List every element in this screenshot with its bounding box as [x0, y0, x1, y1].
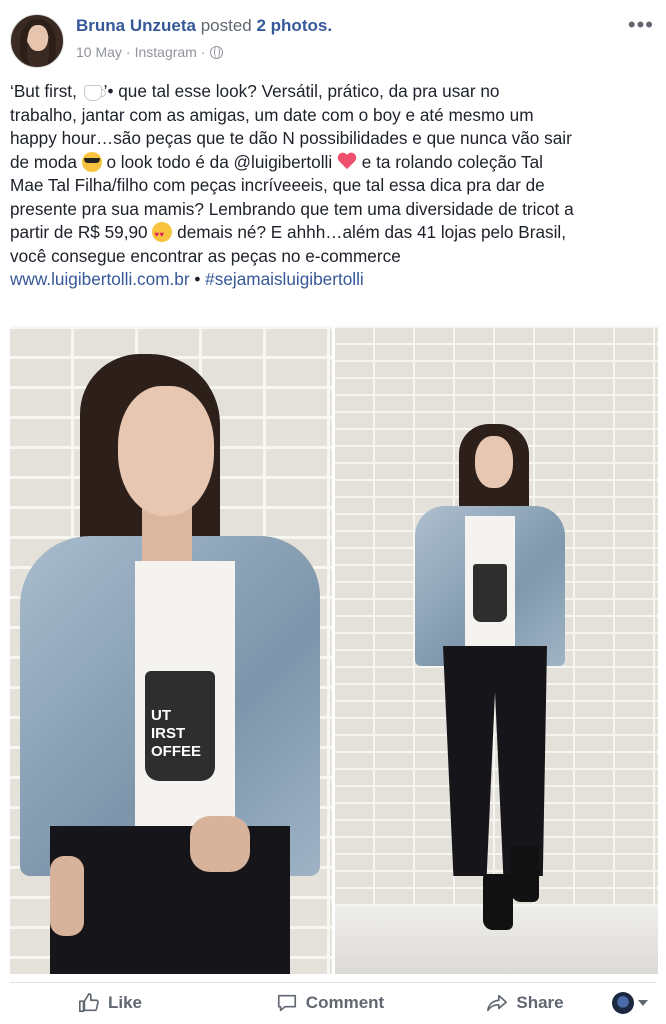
- photo-2[interactable]: [335, 326, 658, 974]
- photo-figure-face: [118, 386, 214, 516]
- more-options-icon[interactable]: •••: [628, 12, 654, 38]
- caption-line-7: partir de R$ 59,90 demais né? E ahhh…alé…: [10, 221, 658, 247]
- thumbs-up-icon: [78, 992, 100, 1014]
- share-label: Share: [516, 993, 564, 1012]
- avatar-face: [28, 25, 48, 51]
- photo-figure-boot: [511, 846, 539, 902]
- post-caption: ‘But first, ’• que tal esse look? Versát…: [10, 80, 658, 292]
- caption-text: ‘But first,: [10, 81, 77, 101]
- caption-line-8: você consegue encontrar as peças no e-co…: [10, 245, 401, 266]
- caption-text: ’• que tal esse look? Versátil, prático,…: [103, 81, 500, 101]
- caption-line-6: presente pra sua mamis? Lembrando que te…: [10, 198, 574, 219]
- comment-label: Comment: [305, 993, 385, 1012]
- photo-figure-face: [475, 436, 513, 488]
- comment-bubble-icon: [276, 992, 298, 1014]
- website-link[interactable]: www.luigibertolli.com.br: [10, 269, 190, 289]
- author-line: Bruna Unzueta posted 2 photos.: [76, 16, 332, 36]
- post-meta: 10 May · Instagram ·: [76, 44, 223, 60]
- post-action-text: posted: [200, 16, 252, 35]
- caption-line-5: Mae Tal Filha/filho com peças incríveeei…: [10, 175, 545, 195]
- post-actions-bar: Like Comment Share: [10, 984, 656, 1022]
- caption-text: de moda: [10, 151, 77, 172]
- photo-count-link[interactable]: 2 photos.: [256, 16, 332, 35]
- photo-1[interactable]: UT IRST OFFEE: [10, 326, 332, 974]
- photo-figure-pants: [50, 826, 290, 974]
- actions-divider: [10, 982, 656, 983]
- caption-line-9: www.luigibertolli.com.br • #sejamaisluig…: [10, 268, 658, 292]
- photo-figure-hand: [190, 816, 250, 872]
- like-label: Like: [107, 993, 143, 1012]
- post-header: Bruna Unzueta posted 2 photos. 10 May · …: [10, 12, 656, 70]
- caption-text: e ta rolando coleção Tal: [361, 151, 543, 172]
- share-arrow-icon: [486, 992, 508, 1014]
- photo-grid: UT IRST OFFEE: [10, 326, 658, 974]
- author-name-link[interactable]: Bruna Unzueta: [76, 16, 196, 35]
- caption-line-4: de moda o look todo é da @luigibertolli …: [10, 151, 658, 175]
- comment-button[interactable]: Comment: [210, 984, 450, 1022]
- shirt-print: UT IRST OFFEE: [145, 671, 215, 781]
- facebook-post: Bruna Unzueta posted 2 photos. 10 May · …: [0, 0, 666, 1024]
- photo-figure-hand: [50, 856, 84, 936]
- post-date-link[interactable]: 10 May: [76, 44, 122, 60]
- chevron-down-icon: [638, 1000, 648, 1006]
- coffee-emoji-icon: [83, 85, 106, 101]
- caption-line-3: happy hour…são peças que te dão N possib…: [10, 128, 572, 148]
- caption-text: demais né? E ahhh…além das 41 lojas pelo…: [177, 222, 567, 242]
- audience-avatar-icon: [612, 992, 634, 1014]
- caption-line-1: ‘But first, ’• que tal esse look? Versát…: [10, 80, 658, 104]
- author-avatar[interactable]: [10, 14, 64, 68]
- share-button[interactable]: Share: [450, 984, 600, 1022]
- meta-separator: ·: [125, 44, 131, 60]
- hashtag-link[interactable]: #sejamaisluigibertolli: [205, 269, 364, 289]
- meta-separator-2: ·: [200, 44, 206, 60]
- caption-text: partir de R$ 59,90: [10, 222, 148, 242]
- caption-text: o look todo é da @luigibertolli: [106, 151, 333, 172]
- heart-emoji-icon: [337, 153, 357, 171]
- link-bullet: •: [194, 269, 201, 289]
- shirt-print-text: UT IRST OFFEE: [151, 707, 202, 760]
- like-button[interactable]: Like: [10, 984, 210, 1022]
- globe-icon[interactable]: [209, 45, 223, 59]
- audience-selector[interactable]: [612, 992, 648, 1014]
- post-source: Instagram: [134, 44, 197, 60]
- heart-eyes-emoji-icon: [152, 222, 173, 247]
- photo-figure-boot: [483, 874, 513, 930]
- caption-line-2: trabalho, jantar com as amigas, um date …: [10, 104, 534, 125]
- sunglasses-emoji-icon: [81, 151, 102, 172]
- shirt-print: [473, 564, 507, 622]
